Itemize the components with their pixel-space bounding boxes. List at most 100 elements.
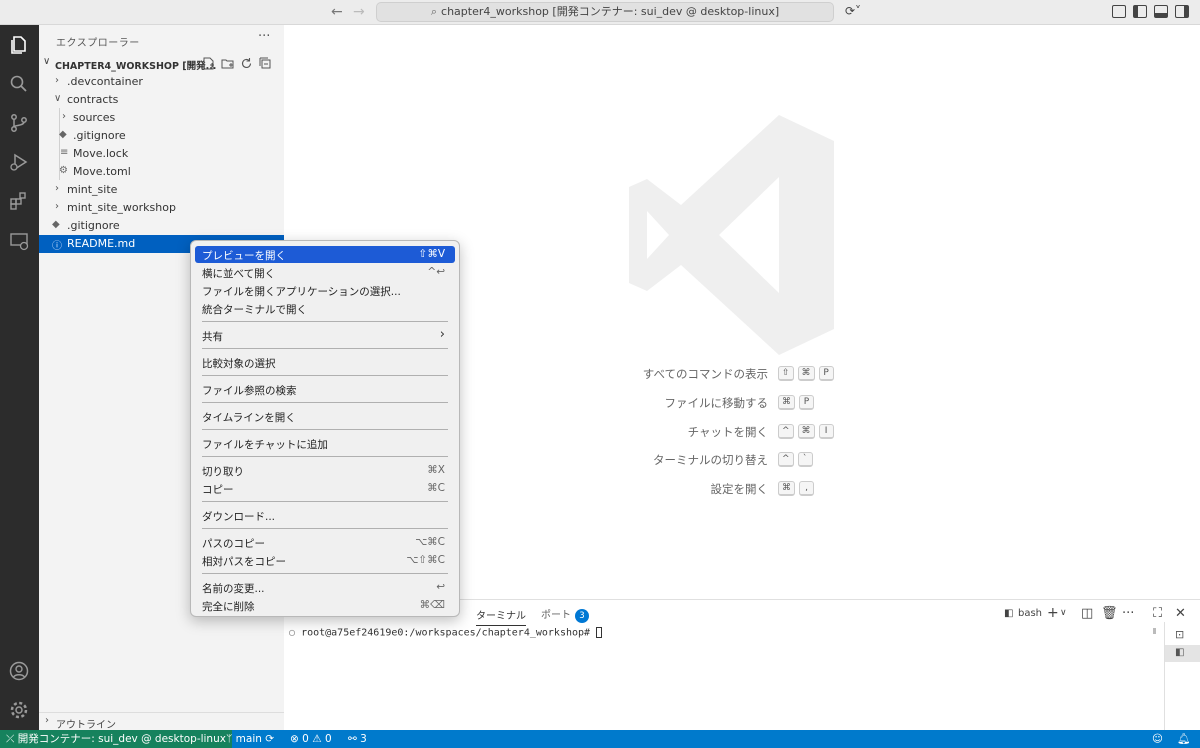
- remote-indicator[interactable]: ⤫ 開発コンテナー: sui_dev @ desktop-linux: [0, 730, 232, 748]
- text-file-icon: ≡: [60, 147, 69, 158]
- menu-item-select-for-compare[interactable]: 比較対象の選択: [195, 354, 455, 371]
- scrollbar-thumb[interactable]: [1153, 628, 1156, 634]
- tab-terminal[interactable]: ターミナル: [476, 607, 526, 626]
- toggle-panel-icon[interactable]: [1154, 5, 1168, 18]
- menu-item-delete-permanently[interactable]: 完全に削除 ⌘⌫: [195, 597, 455, 614]
- tree-item-sources[interactable]: › sources: [39, 109, 284, 127]
- maximize-panel-icon[interactable]: ⛶: [1153, 606, 1162, 621]
- key-cap: ,: [799, 481, 814, 496]
- tab-label: ポート: [541, 610, 571, 621]
- tree-item-mint-site[interactable]: › mint_site: [39, 181, 284, 199]
- new-file-icon[interactable]: [202, 57, 215, 70]
- menu-item-label: ファイル参照の検索: [202, 385, 297, 397]
- warning-count: 0: [324, 733, 332, 745]
- new-folder-icon[interactable]: [221, 57, 234, 70]
- tree-item-gitignore-root[interactable]: ◆ .gitignore: [39, 217, 284, 235]
- tree-item-label: .devcontainer: [67, 75, 143, 88]
- menu-item-open-to-side[interactable]: 横に並べて開く ^↩: [195, 264, 455, 281]
- menu-item-open-timeline[interactable]: タイムラインを開く: [195, 408, 455, 425]
- git-file-icon: ◆: [52, 219, 60, 230]
- split-terminal-icon[interactable]: ◫: [1081, 606, 1093, 621]
- copilot-icon[interactable]: ⟳˅: [845, 4, 861, 18]
- menu-item-copy-path[interactable]: パスのコピー ⌥⌘C: [195, 534, 455, 551]
- menu-item-copy-relative-path[interactable]: 相対パスをコピー ⌥⇧⌘C: [195, 552, 455, 569]
- key-cap: P: [818, 366, 834, 381]
- tab-ports[interactable]: ポート 3: [541, 606, 589, 623]
- menu-separator: [202, 501, 448, 502]
- toggle-primary-sidebar-icon[interactable]: [1133, 5, 1147, 18]
- key-cap: ⌘: [797, 424, 815, 439]
- menu-item-copy[interactable]: コピー ⌘C: [195, 480, 455, 497]
- menu-item-label: ファイルを開くアプリケーションの選択...: [202, 286, 401, 298]
- tree-item-devcontainer[interactable]: › .devcontainer: [39, 73, 284, 91]
- menu-separator: [202, 429, 448, 430]
- settings-gear-icon[interactable]: [8, 699, 30, 721]
- menu-item-shortcut: ⌥⇧⌘C: [406, 554, 445, 566]
- new-terminal-plus-icon[interactable]: +: [1047, 605, 1059, 621]
- tree-item-label: mint_site_workshop: [67, 201, 176, 214]
- terminal-list-item[interactable]: ◧: [1165, 645, 1200, 662]
- more-actions-icon[interactable]: ···: [1122, 606, 1134, 621]
- source-control-icon[interactable]: [8, 112, 30, 134]
- trash-icon[interactable]: 🗑: [1101, 606, 1118, 621]
- prompt-circle-icon: ○: [289, 627, 296, 639]
- explorer-icon[interactable]: [8, 34, 30, 56]
- shortcut-label: チャットを開く: [687, 425, 768, 439]
- forward-arrow-icon[interactable]: →: [353, 4, 365, 20]
- key-cap: I: [818, 424, 834, 439]
- menu-item-add-file-to-chat[interactable]: ファイルをチャットに追加: [195, 435, 455, 452]
- tree-item-gitignore[interactable]: ◆ .gitignore: [39, 127, 284, 145]
- menu-item-shortcut: ⌘C: [427, 482, 445, 494]
- copilot-status-icon[interactable]: ☺: [1152, 730, 1163, 748]
- tree-item-contracts[interactable]: ∨ contracts: [39, 91, 284, 109]
- menu-item-cut[interactable]: 切り取り ⌘X: [195, 462, 455, 479]
- back-arrow-icon[interactable]: ←: [331, 4, 343, 20]
- menu-item-download[interactable]: ダウンロード...: [195, 507, 455, 524]
- customize-layout-icon[interactable]: [1112, 5, 1126, 18]
- tree-item-label: Move.toml: [73, 165, 131, 178]
- collapse-all-icon[interactable]: [259, 57, 272, 70]
- status-bar: ⤫ 開発コンテナー: sui_dev @ desktop-linux ᛘ mai…: [0, 730, 1200, 748]
- menu-item-rename[interactable]: 名前の変更... ↩: [195, 579, 455, 596]
- run-debug-icon[interactable]: [8, 151, 30, 173]
- toggle-secondary-sidebar-icon[interactable]: [1175, 5, 1189, 18]
- more-actions-icon[interactable]: ···: [258, 29, 270, 44]
- extensions-icon[interactable]: [8, 190, 30, 212]
- menu-item-open-with[interactable]: ファイルを開くアプリケーションの選択...: [195, 282, 455, 299]
- account-icon[interactable]: [8, 660, 30, 682]
- workspace-header[interactable]: ∨ CHAPTER4_WORKSHOP [開発...: [39, 55, 284, 73]
- menu-item-open-in-terminal[interactable]: 統合ターミナルで開く: [195, 300, 455, 317]
- remote-label: 開発コンテナー: sui_dev @ desktop-linux: [17, 733, 226, 745]
- shortcut-label: ファイルに移動する: [664, 396, 769, 410]
- terminal-prompt-icon[interactable]: ⊡: [1175, 628, 1184, 641]
- menu-item-label: ファイルをチャットに追加: [202, 439, 328, 451]
- menu-item-share[interactable]: 共有 ›: [195, 327, 455, 344]
- remote-icon: ⤫: [6, 733, 15, 745]
- bottom-panel: ターミナル ポート 3 ◧ bash + ∨ ◫ 🗑 ··· ⛶ ✕ ○ root…: [284, 599, 1200, 731]
- tree-item-move-lock[interactable]: ≡ Move.lock: [39, 145, 284, 163]
- vscode-logo-watermark: [629, 115, 834, 355]
- tree-item-move-toml[interactable]: ⚙ Move.toml: [39, 163, 284, 181]
- menu-item-label: パスのコピー: [202, 538, 265, 550]
- bell-icon[interactable]: 🔔︎: [1177, 730, 1190, 748]
- command-center-search[interactable]: ⌕ chapter4_workshop [開発コンテナー: sui_dev @ d…: [376, 2, 834, 22]
- terminal-output[interactable]: ○ root@a75ef24619e0:/workspaces/chapter4…: [289, 627, 603, 639]
- terminal-shell-name[interactable]: bash: [1018, 608, 1042, 619]
- branch-icon: ᛘ: [226, 733, 233, 745]
- branch-indicator[interactable]: ᛘ main ⟳: [226, 730, 274, 748]
- error-icon: ⊗: [290, 733, 299, 745]
- tree-item-label: Move.lock: [73, 147, 129, 160]
- close-icon[interactable]: ✕: [1175, 606, 1186, 621]
- menu-item-open-preview[interactable]: プレビューを開く ⇧⌘V: [195, 246, 455, 263]
- refresh-icon[interactable]: [240, 57, 253, 70]
- terminal-scrollbar[interactable]: [1150, 628, 1160, 731]
- search-icon[interactable]: [8, 73, 30, 95]
- remote-explorer-icon[interactable]: [8, 230, 30, 252]
- menu-item-find-file-references[interactable]: ファイル参照の検索: [195, 381, 455, 398]
- menu-item-label: 横に並べて開く: [202, 268, 276, 280]
- chevron-down-icon[interactable]: ∨: [1060, 608, 1067, 618]
- problems-indicator[interactable]: ⊗ 0 ⚠ 0: [290, 730, 332, 748]
- tree-item-mint-site-workshop[interactable]: › mint_site_workshop: [39, 199, 284, 217]
- outline-section[interactable]: › アウトライン: [39, 712, 284, 731]
- ports-indicator[interactable]: ⚯ 3: [348, 730, 367, 748]
